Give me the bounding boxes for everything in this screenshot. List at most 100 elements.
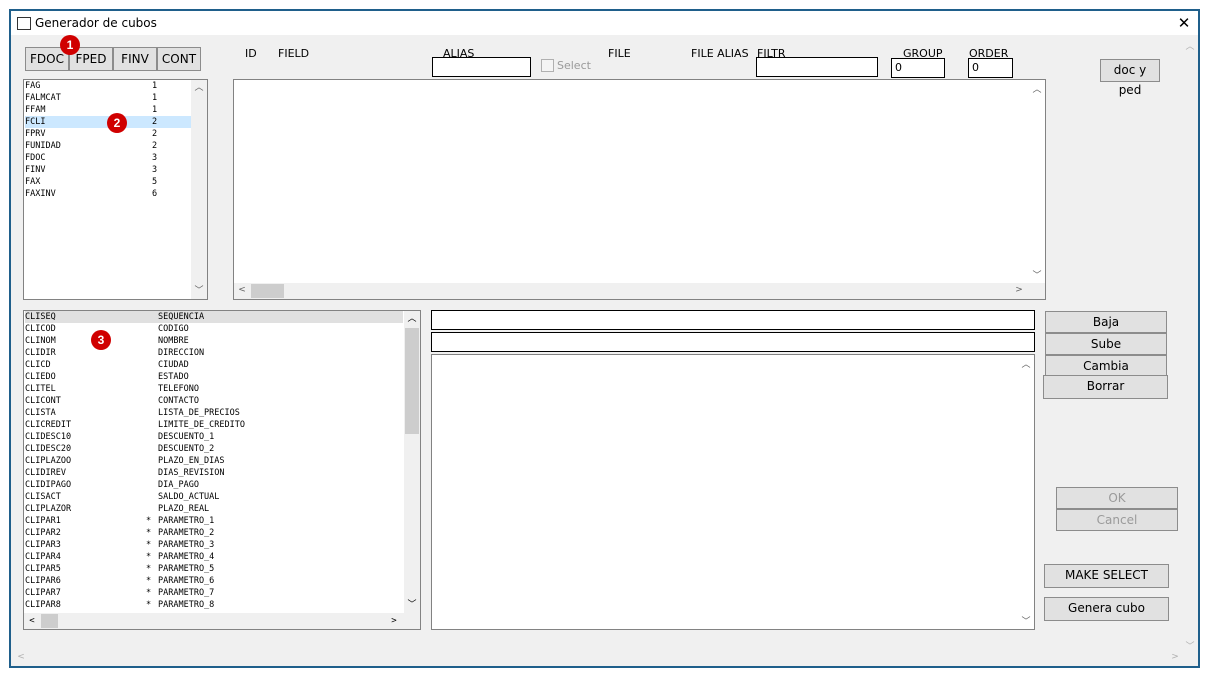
field-list-item[interactable]: CLIEDO ESTADO [25,371,403,383]
scroll-up-icon[interactable]: ︿ [404,313,420,325]
table-list-item[interactable]: FINV 3 [25,164,205,176]
field-code: CLIDESC20 [25,444,72,454]
close-icon[interactable]: ✕ [1171,11,1197,35]
field-list-item[interactable]: CLIDESC20 DESCUENTO_2 [25,443,403,455]
scroll-down-icon[interactable]: ﹀ [191,285,207,297]
scroll-down-icon[interactable]: ﹀ [1018,614,1034,627]
field-list-item[interactable]: CLISTA LISTA_DE_PRECIOS [25,407,403,419]
fields-hscroll-thumb[interactable] [41,614,58,628]
table-list-item[interactable]: FUNIDAD 2 [25,140,205,152]
borrar-button[interactable]: Borrar [1043,375,1168,399]
select-grid[interactable]: ︿ ﹀ < > [233,79,1046,300]
field-list-item[interactable]: CLINOM NOMBRE [25,335,403,347]
scroll-right-icon[interactable]: > [386,615,402,627]
field-list-item[interactable]: CLICREDIT LIMITE_DE_CREDITO [25,419,403,431]
scroll-down-icon[interactable]: ﹀ [1182,639,1198,652]
scroll-left-icon[interactable]: < [234,285,250,295]
tab-cont[interactable]: CONT [157,47,201,71]
field-list-item[interactable]: CLIDIREV DIAS_REVISION [25,467,403,479]
field-desc: DESCUENTO_1 [158,432,215,442]
fields-hscrollbar[interactable]: < > [24,613,420,629]
field-desc: DIAS_REVISION [158,468,225,478]
field-list-item[interactable]: CLICD CIUDAD [25,359,403,371]
field-list-item[interactable]: CLIPLAZOR PLAZO_REAL [25,503,403,515]
grid-hscrollbar[interactable]: < > [234,283,1045,299]
scroll-up-icon[interactable]: ︿ [1029,82,1045,95]
field-list-item[interactable]: CLIPAR7 * PARAMETRO_7 [25,587,403,599]
field-list-item[interactable]: CLICOD CODIGO [25,323,403,335]
window-vscrollbar[interactable]: ︿ ﹀ [1182,35,1198,654]
table-list-item[interactable]: FALMCAT 1 [25,92,205,104]
fields-vscroll-thumb[interactable] [405,328,419,434]
fields-listbox[interactable]: CLISEQ SEQUENCIA CLICOD CODIGO CLINOM NOMBRE C… [23,310,421,630]
field-list-item[interactable]: CLIPAR2 * PARAMETRO_2 [25,527,403,539]
field-list-item[interactable]: CLIDESC10 DESCUENTO_1 [25,431,403,443]
scroll-right-icon[interactable]: > [1167,652,1183,662]
order-input[interactable]: 0 [968,58,1013,78]
field-list-item[interactable]: CLICONT CONTACTO [25,395,403,407]
ok-button[interactable]: OK [1056,487,1178,509]
table-value: 5 [152,177,158,187]
alias-input[interactable] [432,57,531,77]
field-desc: SEQUENCIA [158,312,205,322]
title-bar[interactable]: Generador de cubos ✕ [11,11,1198,35]
field-list-item[interactable]: CLITEL TELEFONO [25,383,403,395]
genera-cubo-button[interactable]: Genera cubo [1044,597,1169,621]
table-list-item[interactable]: FAXINV 6 [25,188,205,200]
field-code: CLIPAR7 [25,588,61,598]
grid-vscrollbar[interactable]: ︿ ﹀ [1029,80,1045,283]
field-desc: ESTADO [158,372,189,382]
scroll-left-icon[interactable]: < [24,615,40,627]
field-list-item[interactable]: CLIPAR8 * PARAMETRO_8 [25,599,403,611]
text-field-1[interactable] [431,310,1035,330]
scroll-up-icon[interactable]: ︿ [1182,39,1198,52]
field-mark: * [146,576,152,586]
field-list-item[interactable]: CLIPAR1 * PARAMETRO_1 [25,515,403,527]
textarea-vscrollbar[interactable]: ︿ ﹀ [1018,355,1034,629]
field-desc: LIMITE_DE_CREDITO [158,420,245,430]
header-field: FIELD [278,47,310,60]
field-list-item[interactable]: CLIPAR6 * PARAMETRO_6 [25,575,403,587]
field-desc: PARAMETRO_2 [158,528,215,538]
field-list-item[interactable]: CLIPAR4 * PARAMETRO_4 [25,551,403,563]
select-checkbox[interactable] [541,59,554,72]
scroll-down-icon[interactable]: ﹀ [404,599,420,611]
text-field-2[interactable] [431,332,1035,352]
table-name: FDOC [25,153,46,163]
table-list-item[interactable]: FAG 1 [25,80,205,92]
doc-y-ped-button[interactable]: doc y ped [1100,59,1160,97]
field-code: CLITEL [25,384,56,394]
field-list-item[interactable]: CLIPAR3 * PARAMETRO_3 [25,539,403,551]
field-list-item[interactable]: CLISACT SALDO_ACTUAL [25,491,403,503]
baja-button[interactable]: Baja [1045,311,1167,333]
scroll-right-icon[interactable]: > [1011,285,1027,295]
field-list-item[interactable]: CLIDIR DIRECCION [25,347,403,359]
cancel-button[interactable]: Cancel [1056,509,1178,531]
filtr-input[interactable] [756,57,878,77]
make-select-button[interactable]: MAKE SELECT [1044,564,1169,588]
scroll-down-icon[interactable]: ﹀ [1029,268,1045,281]
field-code: CLINOM [25,336,56,346]
table-name: FFAM [25,105,46,115]
sube-button[interactable]: Sube [1045,333,1167,355]
field-list-item[interactable]: CLIPAR5 * PARAMETRO_5 [25,563,403,575]
tab-finv[interactable]: FINV [113,47,157,71]
field-code: CLICREDIT [25,420,72,430]
annotation-badge-2: 2 [107,113,127,133]
scroll-left-icon[interactable]: < [13,652,29,662]
sql-textarea[interactable]: ︿ ﹀ [431,354,1035,630]
cambia-button[interactable]: Cambia [1045,355,1167,377]
table-list-item[interactable]: FAX 5 [25,176,205,188]
fields-vscrollbar[interactable]: ︿ ﹀ [404,311,420,613]
field-list-item[interactable]: CLIPLAZOO PLAZO_EN_DIAS [25,455,403,467]
grid-hscroll-thumb[interactable] [251,284,284,298]
group-input[interactable]: 0 [891,58,945,78]
table-list-item[interactable]: FDOC 3 [25,152,205,164]
field-code: CLIPLAZOR [25,504,72,514]
window-hscrollbar[interactable]: < > [11,650,1182,666]
field-list-item[interactable]: CLISEQ SEQUENCIA [25,311,403,323]
scroll-up-icon[interactable]: ︿ [191,82,207,94]
tables-vscrollbar[interactable]: ︿ ﹀ [191,80,207,299]
scroll-up-icon[interactable]: ︿ [1018,357,1034,370]
field-list-item[interactable]: CLIDIPAGO DIA_PAGO [25,479,403,491]
